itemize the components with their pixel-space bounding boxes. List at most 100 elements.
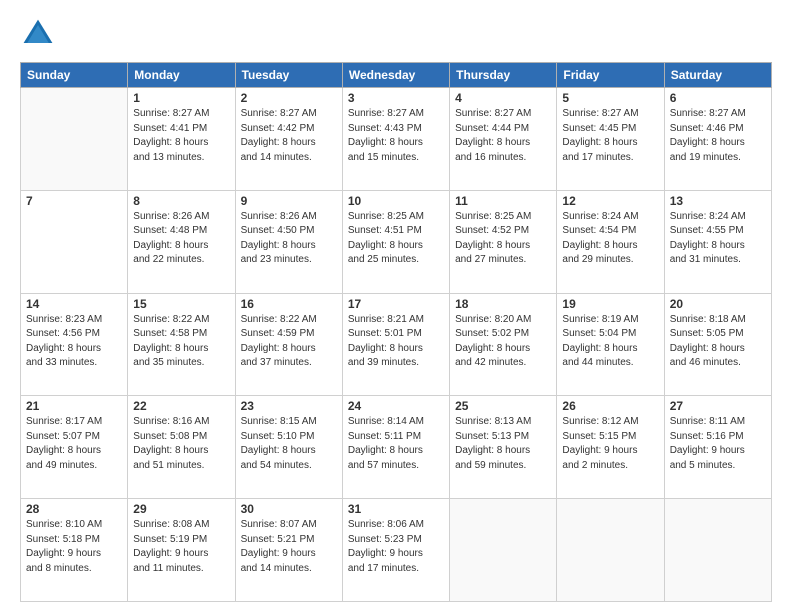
calendar-cell: 17 Sunrise: 8:21 AM Sunset: 5:01 PM Dayli…	[342, 293, 449, 396]
calendar-day-header: Thursday	[450, 63, 557, 88]
calendar-week-row: 21 Sunrise: 8:17 AM Sunset: 5:07 PM Dayli…	[21, 396, 772, 499]
day-number: 6	[670, 91, 766, 105]
calendar-cell: 22 Sunrise: 8:16 AM Sunset: 5:08 PM Dayli…	[128, 396, 235, 499]
calendar-day-header: Sunday	[21, 63, 128, 88]
day-number: 14	[26, 297, 122, 311]
day-number: 22	[133, 399, 229, 413]
day-number: 18	[455, 297, 551, 311]
calendar-cell: 8Sunrise: 8:26 AM Sunset: 4:48 PM Daylig…	[128, 190, 235, 293]
calendar-cell: 19 Sunrise: 8:19 AM Sunset: 5:04 PM Dayli…	[557, 293, 664, 396]
calendar-table: SundayMondayTuesdayWednesdayThursdayFrid…	[20, 62, 772, 602]
day-number: 10	[348, 194, 444, 208]
logo	[20, 16, 60, 52]
calendar-cell: 20 Sunrise: 8:18 AM Sunset: 5:05 PM Dayli…	[664, 293, 771, 396]
day-number: 7	[26, 194, 122, 208]
day-number: 3	[348, 91, 444, 105]
day-number: 16	[241, 297, 337, 311]
calendar-cell: 6 Sunrise: 8:27 AM Sunset: 4:46 PM Daylig…	[664, 88, 771, 191]
calendar-cell	[21, 88, 128, 191]
day-number: 21	[26, 399, 122, 413]
calendar-cell: 14Sunrise: 8:23 AM Sunset: 4:56 PM Dayli…	[21, 293, 128, 396]
cell-content: Sunrise: 8:25 AM Sunset: 4:52 PM Dayligh…	[455, 210, 551, 268]
calendar-cell: 2 Sunrise: 8:27 AM Sunset: 4:42 PM Daylig…	[235, 88, 342, 191]
day-number: 9	[241, 194, 337, 208]
day-number: 5	[562, 91, 658, 105]
cell-content: Sunrise: 8:27 AM Sunset: 4:46 PM Dayligh…	[670, 107, 766, 165]
cell-content: Sunrise: 8:18 AM Sunset: 5:05 PM Dayligh…	[670, 313, 766, 371]
cell-content: Sunrise: 8:24 AM Sunset: 4:54 PM Dayligh…	[562, 210, 658, 268]
day-number: 13	[670, 194, 766, 208]
calendar-cell: 3 Sunrise: 8:27 AM Sunset: 4:43 PM Daylig…	[342, 88, 449, 191]
calendar-cell: 27 Sunrise: 8:11 AM Sunset: 5:16 PM Dayli…	[664, 396, 771, 499]
day-number: 19	[562, 297, 658, 311]
day-number: 31	[348, 502, 444, 516]
cell-content: Sunrise: 8:11 AM Sunset: 5:16 PM Dayligh…	[670, 415, 766, 473]
cell-content: Sunrise: 8:19 AM Sunset: 5:04 PM Dayligh…	[562, 313, 658, 371]
cell-content: Sunrise: 8:17 AM Sunset: 5:07 PM Dayligh…	[26, 415, 122, 473]
cell-content: Sunrise: 8:10 AM Sunset: 5:18 PM Dayligh…	[26, 518, 122, 576]
cell-content: Sunrise: 8:16 AM Sunset: 5:08 PM Dayligh…	[133, 415, 229, 473]
calendar-week-row: 7 8Sunrise: 8:26 AM Sunset: 4:48 PM Dayli…	[21, 190, 772, 293]
calendar-cell: 29Sunrise: 8:08 AM Sunset: 5:19 PM Dayli…	[128, 499, 235, 602]
calendar-cell: 26 Sunrise: 8:12 AM Sunset: 5:15 PM Dayli…	[557, 396, 664, 499]
cell-content: Sunrise: 8:12 AM Sunset: 5:15 PM Dayligh…	[562, 415, 658, 473]
calendar-cell: 16 Sunrise: 8:22 AM Sunset: 4:59 PM Dayli…	[235, 293, 342, 396]
calendar-header-row: SundayMondayTuesdayWednesdayThursdayFrid…	[21, 63, 772, 88]
cell-content: Sunrise: 8:26 AM Sunset: 4:50 PM Dayligh…	[241, 210, 337, 268]
cell-content: Sunrise: 8:27 AM Sunset: 4:45 PM Dayligh…	[562, 107, 658, 165]
calendar-cell: 4Sunrise: 8:27 AM Sunset: 4:44 PM Daylig…	[450, 88, 557, 191]
calendar-cell: 9 Sunrise: 8:26 AM Sunset: 4:50 PM Daylig…	[235, 190, 342, 293]
cell-content: Sunrise: 8:21 AM Sunset: 5:01 PM Dayligh…	[348, 313, 444, 371]
cell-content: Sunrise: 8:27 AM Sunset: 4:43 PM Dayligh…	[348, 107, 444, 165]
cell-content: Sunrise: 8:06 AM Sunset: 5:23 PM Dayligh…	[348, 518, 444, 576]
calendar-cell: 30 Sunrise: 8:07 AM Sunset: 5:21 PM Dayli…	[235, 499, 342, 602]
calendar-day-header: Wednesday	[342, 63, 449, 88]
day-number: 27	[670, 399, 766, 413]
calendar-cell: 25 Sunrise: 8:13 AM Sunset: 5:13 PM Dayli…	[450, 396, 557, 499]
day-number: 17	[348, 297, 444, 311]
calendar-week-row: 1 Sunrise: 8:27 AM Sunset: 4:41 PM Daylig…	[21, 88, 772, 191]
page: SundayMondayTuesdayWednesdayThursdayFrid…	[0, 0, 792, 612]
day-number: 20	[670, 297, 766, 311]
calendar-cell: 15Sunrise: 8:22 AM Sunset: 4:58 PM Dayli…	[128, 293, 235, 396]
calendar-cell: 28Sunrise: 8:10 AM Sunset: 5:18 PM Dayli…	[21, 499, 128, 602]
day-number: 23	[241, 399, 337, 413]
cell-content: Sunrise: 8:27 AM Sunset: 4:41 PM Dayligh…	[133, 107, 229, 165]
calendar-day-header: Friday	[557, 63, 664, 88]
calendar-cell: 10 Sunrise: 8:25 AM Sunset: 4:51 PM Dayli…	[342, 190, 449, 293]
calendar-cell: 13 Sunrise: 8:24 AM Sunset: 4:55 PM Dayli…	[664, 190, 771, 293]
logo-icon	[20, 16, 56, 52]
calendar-cell	[664, 499, 771, 602]
calendar-cell: 23Sunrise: 8:15 AM Sunset: 5:10 PM Dayli…	[235, 396, 342, 499]
calendar-cell: 21 Sunrise: 8:17 AM Sunset: 5:07 PM Dayli…	[21, 396, 128, 499]
day-number: 26	[562, 399, 658, 413]
cell-content: Sunrise: 8:13 AM Sunset: 5:13 PM Dayligh…	[455, 415, 551, 473]
day-number: 2	[241, 91, 337, 105]
cell-content: Sunrise: 8:22 AM Sunset: 4:59 PM Dayligh…	[241, 313, 337, 371]
cell-content: Sunrise: 8:27 AM Sunset: 4:44 PM Dayligh…	[455, 107, 551, 165]
header	[20, 16, 772, 52]
day-number: 1	[133, 91, 229, 105]
cell-content: Sunrise: 8:14 AM Sunset: 5:11 PM Dayligh…	[348, 415, 444, 473]
cell-content: Sunrise: 8:26 AM Sunset: 4:48 PM Dayligh…	[133, 210, 229, 268]
calendar-cell: 24 Sunrise: 8:14 AM Sunset: 5:11 PM Dayli…	[342, 396, 449, 499]
calendar-cell: 5 Sunrise: 8:27 AM Sunset: 4:45 PM Daylig…	[557, 88, 664, 191]
calendar-day-header: Monday	[128, 63, 235, 88]
calendar-week-row: 28Sunrise: 8:10 AM Sunset: 5:18 PM Dayli…	[21, 499, 772, 602]
calendar-cell: 18 Sunrise: 8:20 AM Sunset: 5:02 PM Dayli…	[450, 293, 557, 396]
cell-content: Sunrise: 8:27 AM Sunset: 4:42 PM Dayligh…	[241, 107, 337, 165]
calendar-cell	[557, 499, 664, 602]
day-number: 24	[348, 399, 444, 413]
calendar-cell: 7	[21, 190, 128, 293]
cell-content: Sunrise: 8:25 AM Sunset: 4:51 PM Dayligh…	[348, 210, 444, 268]
cell-content: Sunrise: 8:07 AM Sunset: 5:21 PM Dayligh…	[241, 518, 337, 576]
day-number: 15	[133, 297, 229, 311]
day-number: 25	[455, 399, 551, 413]
calendar-cell: 12Sunrise: 8:24 AM Sunset: 4:54 PM Dayli…	[557, 190, 664, 293]
day-number: 30	[241, 502, 337, 516]
calendar-cell: 1 Sunrise: 8:27 AM Sunset: 4:41 PM Daylig…	[128, 88, 235, 191]
day-number: 29	[133, 502, 229, 516]
calendar-cell: 11Sunrise: 8:25 AM Sunset: 4:52 PM Dayli…	[450, 190, 557, 293]
cell-content: Sunrise: 8:24 AM Sunset: 4:55 PM Dayligh…	[670, 210, 766, 268]
cell-content: Sunrise: 8:20 AM Sunset: 5:02 PM Dayligh…	[455, 313, 551, 371]
